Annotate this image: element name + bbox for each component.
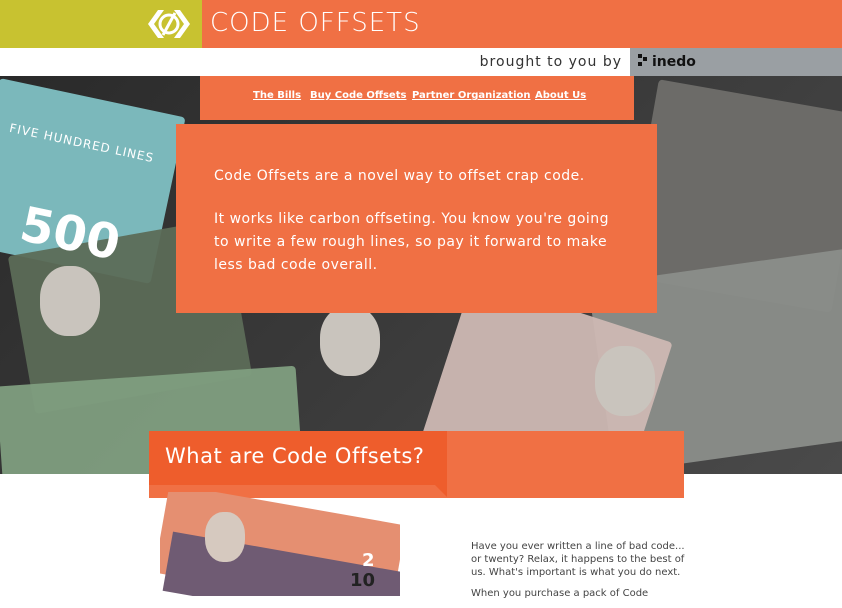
ribbon-fold — [435, 485, 447, 497]
section-paragraph: When you purchase a pack of Code — [471, 588, 649, 599]
intro-text-2: It works like carbon offseting. You know… — [214, 211, 610, 273]
portrait-image — [320, 306, 380, 376]
portrait-image — [40, 266, 100, 336]
bill-illustration: 2 10 — [160, 492, 400, 596]
intro-text-1: Code Offsets are a novel way to offset c… — [214, 168, 585, 184]
code-offsets-logo-icon — [148, 10, 190, 38]
sponsor-logo[interactable]: inedo — [630, 48, 842, 76]
portrait-image — [595, 346, 655, 416]
nav-link-the-bills[interactable]: The Bills — [253, 90, 301, 101]
sponsor-name: inedo — [652, 54, 696, 70]
intro-panel: Code Offsets are a novel way to offset c… — [176, 124, 657, 313]
section-body: Have you ever written a line of bad code… — [471, 540, 696, 608]
site-title: CODE OFFSETS — [210, 8, 421, 38]
inedo-mark-icon — [638, 54, 647, 66]
bill-value: 2 — [362, 550, 375, 571]
nav-link-partner-organization[interactable]: Partner Organization — [412, 90, 531, 101]
nav-link-about-us[interactable]: About Us — [535, 90, 586, 101]
sponsor-prefix: brought to you by — [479, 54, 622, 70]
section-paragraph: Have you ever written a line of bad code… — [471, 541, 685, 578]
bill-value: 10 — [350, 570, 376, 591]
logo-area[interactable] — [0, 0, 202, 48]
nav-link-buy-code-offsets[interactable]: Buy Code Offsets — [310, 90, 406, 101]
portrait-image — [205, 512, 245, 562]
section-title: What are Code Offsets? — [165, 444, 425, 468]
main-nav: The Bills Buy Code Offsets Partner Organ… — [200, 76, 634, 120]
